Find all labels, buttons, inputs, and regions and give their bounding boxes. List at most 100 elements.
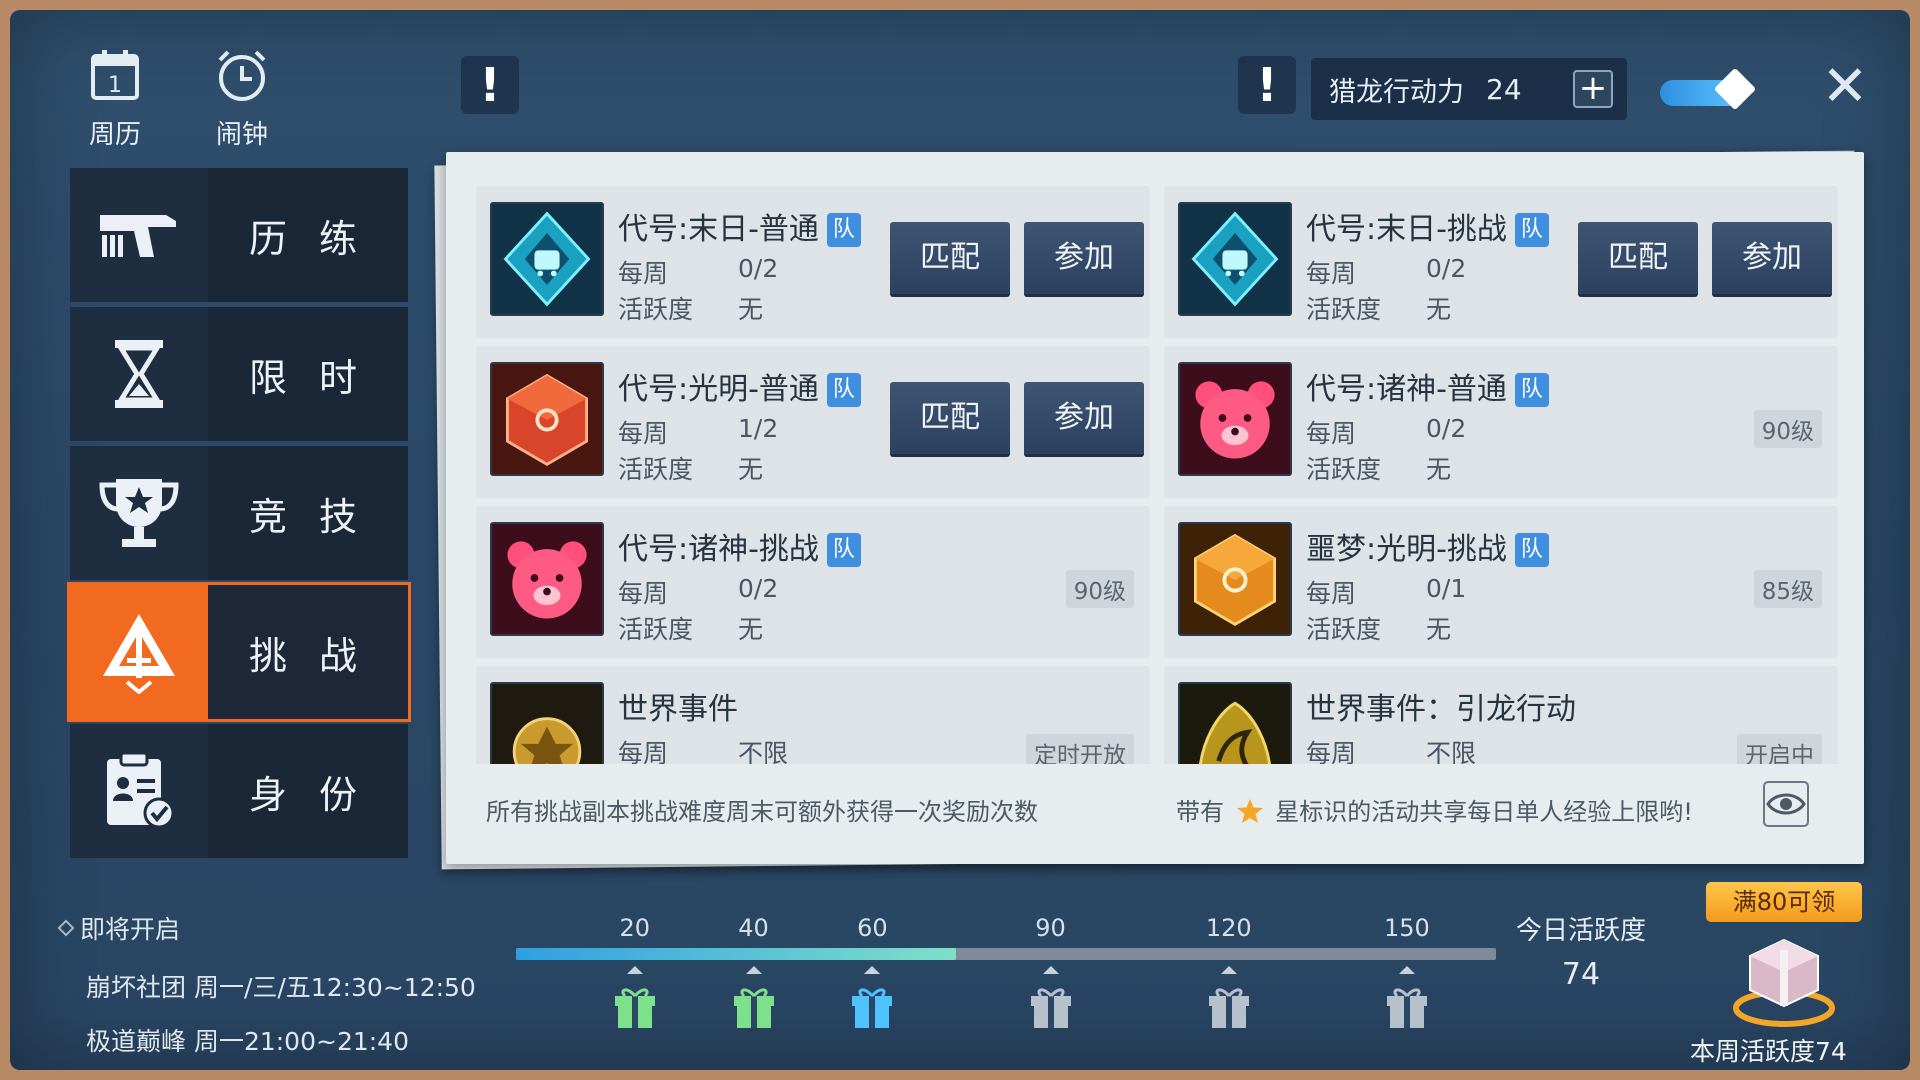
- alarm-button[interactable]: 闹钟: [187, 46, 297, 151]
- gift-box-icon[interactable]: [848, 982, 896, 1030]
- bear-head-icon: [490, 522, 604, 636]
- level-requirement: 90级: [1065, 570, 1134, 608]
- today-activity-value: 74: [1561, 957, 1601, 992]
- nightmare-cube-icon: [1178, 522, 1292, 636]
- game-window: 1 周历 闹钟 ! ! 猎龙行动力 24 + ✕ 历 练 限 时 竞 技 挑 战…: [10, 10, 1910, 1070]
- activity-points-row: 活跃度无: [1306, 615, 1452, 644]
- menu-item-challenge[interactable]: 挑 战: [67, 582, 411, 722]
- team-badge: 队: [826, 373, 861, 407]
- activity-card-world-event: 世界事件 每周 不限 定时开放: [476, 666, 1150, 764]
- level-requirement: 85级: [1753, 570, 1822, 608]
- today-activity: 今日活跃度 74: [1506, 910, 1656, 992]
- gold-emblem-icon: [490, 682, 604, 764]
- weekly-row: 每周 0/2: [618, 254, 779, 288]
- activity-card-gods-normal: 代号:诸神-普通队 每周 0/2 活跃度无 90级: [1164, 346, 1838, 498]
- activity-title: 代号:诸神-普通队: [1306, 364, 1549, 408]
- milestone-label: 40: [738, 914, 769, 942]
- svg-text:1: 1: [108, 73, 122, 98]
- match-button[interactable]: 匹配: [890, 382, 1010, 454]
- menu-item-limited[interactable]: 限 时: [70, 307, 408, 441]
- add-stamina-button[interactable]: +: [1573, 70, 1613, 108]
- claim-badge: 满80可领: [1706, 882, 1862, 922]
- activity-title: 代号:诸神-挑战队: [618, 524, 861, 568]
- menu-label-training: 历 练: [248, 216, 368, 261]
- activity-points-row: 活跃度无: [1306, 295, 1452, 324]
- milestone-label: 90: [1035, 914, 1066, 942]
- weekly-row: 每周 不限: [1306, 739, 1477, 764]
- menu-label-identity: 身 份: [248, 772, 368, 817]
- milestone-label: 150: [1384, 914, 1430, 942]
- menu-item-training[interactable]: 历 练: [70, 168, 408, 302]
- open-status: 定时开放: [1026, 734, 1134, 764]
- bonus-note: 所有挑战副本挑战难度周末可额外获得一次奖励次数: [486, 798, 1038, 826]
- milestone-caret: [864, 966, 881, 974]
- hourglass-icon: [115, 340, 163, 408]
- gift-box-icon[interactable]: [730, 982, 778, 1030]
- alarm-label: 闹钟: [215, 120, 268, 150]
- weekly-reward-chest-icon[interactable]: [1726, 930, 1842, 1030]
- calendar-button[interactable]: 1 周历: [60, 46, 170, 151]
- activity-card-world-event-dragon: 世界事件：引龙行动 每周 不限 开启中: [1164, 666, 1838, 764]
- close-button[interactable]: ✕: [1820, 59, 1870, 115]
- stamina-display: 猎龙行动力 24 +: [1311, 58, 1627, 120]
- activity-points-row: 活跃度无: [618, 455, 764, 484]
- gift-box-icon[interactable]: [611, 982, 659, 1030]
- activity-panel: 代号:末日-普通队 每周 0/2 活跃度无 匹配 参加 代号:末日-挑战队 每周 0…: [446, 152, 1864, 864]
- activity-card-doomsday-challenge: 代号:末日-挑战队 每周 0/2 活跃度无 匹配 参加: [1164, 186, 1838, 338]
- eye-icon[interactable]: [1762, 780, 1810, 828]
- upcoming-event-2: 极道巅峰 周一21:00~21:40: [86, 1027, 409, 1056]
- activity-title: 噩梦:光明-挑战队: [1306, 524, 1549, 568]
- category-menu: 历 练 限 时 竞 技 挑 战 身 份: [67, 168, 411, 863]
- activity-points-row: 活跃度无: [618, 295, 764, 324]
- level-requirement: 90级: [1753, 410, 1822, 448]
- activity-progress-bar: [516, 948, 1496, 960]
- milestone-caret: [626, 966, 643, 974]
- star-note: 带有 星标识的活动共享每日单人经验上限哟!: [1176, 798, 1693, 826]
- diamond-icon: [57, 919, 75, 937]
- gift-box-icon[interactable]: [1383, 982, 1431, 1030]
- milestone-caret: [745, 966, 762, 974]
- activity-title: 代号:末日-挑战队: [1306, 204, 1549, 248]
- menu-item-identity[interactable]: 身 份: [70, 724, 408, 858]
- open-status: 开启中: [1737, 734, 1822, 764]
- light-cube-icon: [490, 362, 604, 476]
- weekly-row: 每周 0/2: [618, 574, 779, 608]
- calendar-label: 周历: [88, 120, 141, 150]
- join-button[interactable]: 参加: [1024, 222, 1144, 294]
- weekly-row: 每周 不限: [618, 739, 789, 764]
- star-icon: [1236, 799, 1263, 823]
- gift-box-icon[interactable]: [1205, 982, 1253, 1030]
- match-button[interactable]: 匹配: [890, 222, 1010, 294]
- gift-box-icon[interactable]: [1027, 982, 1075, 1030]
- milestone-label: 120: [1205, 914, 1252, 942]
- weekly-row: 每周 1/2: [618, 414, 779, 448]
- pistol-icon: [100, 215, 176, 257]
- activity-points-row: 活跃度无: [618, 615, 764, 644]
- activity-card-gods-challenge: 代号:诸神-挑战队 每周 0/2 活跃度无 90级: [476, 506, 1150, 658]
- display-toggle[interactable]: [1660, 67, 1757, 111]
- weekly-row: 每周 0/2: [1306, 414, 1467, 448]
- match-button[interactable]: 匹配: [1578, 222, 1698, 294]
- stamina-label: 猎龙行动力: [1329, 76, 1464, 108]
- bear-head-icon: [1178, 362, 1292, 476]
- join-button[interactable]: 参加: [1024, 382, 1144, 454]
- team-badge: 队: [826, 213, 861, 247]
- milestone-label: 20: [619, 914, 651, 942]
- team-badge: 队: [826, 533, 861, 567]
- info-alert-button[interactable]: !: [461, 56, 519, 114]
- activity-title: 世界事件: [618, 692, 738, 727]
- challenge-sword-icon: [103, 614, 175, 694]
- activity-progress-fill: [516, 948, 956, 960]
- join-button[interactable]: 参加: [1712, 222, 1832, 294]
- menu-item-arena[interactable]: 竞 技: [70, 446, 408, 580]
- doomsday-crystal-icon: [490, 202, 604, 316]
- dragon-emblem-icon: [1178, 682, 1292, 764]
- activity-title: 代号:光明-普通队: [618, 364, 861, 408]
- doomsday-crystal-icon: [1178, 202, 1292, 316]
- activity-title: 代号:末日-普通队: [618, 204, 861, 248]
- menu-label-limited: 限 时: [248, 355, 368, 400]
- weekly-activity-label: 本周活跃度74: [1690, 1037, 1847, 1066]
- team-badge: 队: [1514, 533, 1549, 567]
- notice-alert-button[interactable]: !: [1238, 56, 1296, 114]
- alarm-clock-icon: [218, 50, 266, 101]
